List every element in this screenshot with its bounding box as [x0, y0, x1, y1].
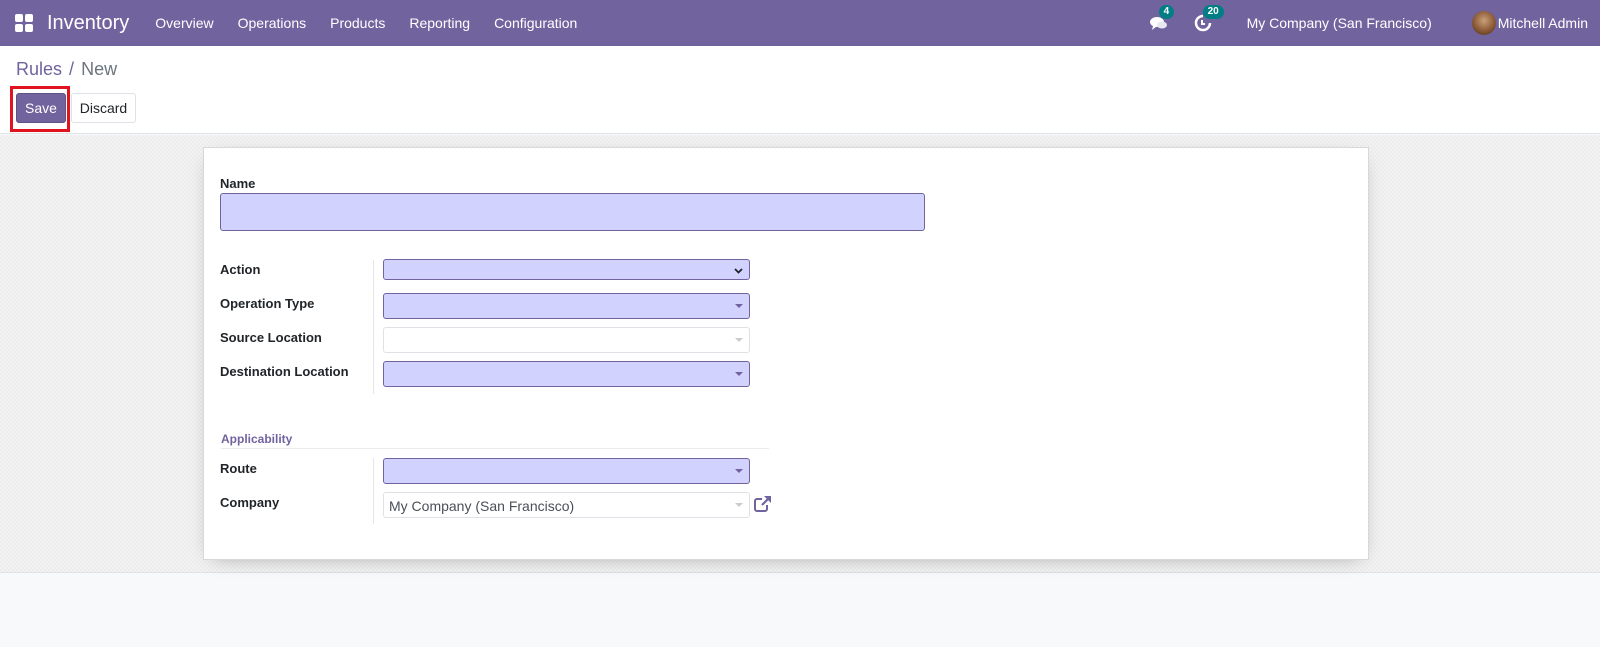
group-divider	[373, 260, 374, 394]
caret-down-icon	[735, 338, 743, 342]
external-link-icon[interactable]	[753, 494, 773, 514]
route-input[interactable]	[383, 458, 750, 484]
source-location-label: Source Location	[220, 330, 322, 345]
caret-down-icon	[735, 503, 743, 507]
destination-location-label: Destination Location	[220, 364, 349, 379]
breadcrumb: Rules / New	[16, 59, 117, 80]
caret-down-icon	[735, 372, 743, 376]
menu-overview[interactable]: Overview	[143, 15, 225, 31]
discard-button[interactable]: Discard	[71, 93, 136, 123]
breadcrumb-parent[interactable]: Rules	[16, 59, 62, 79]
destination-location-input[interactable]	[383, 361, 750, 387]
apps-menu-icon[interactable]	[15, 14, 33, 32]
menu-products[interactable]: Products	[318, 15, 397, 31]
user-name: Mitchell Admin	[1497, 15, 1588, 31]
menu-configuration[interactable]: Configuration	[482, 15, 589, 31]
top-navbar: Inventory Overview Operations Products R…	[0, 0, 1600, 46]
chevron-down-icon	[734, 267, 743, 274]
activities-badge: 20	[1202, 5, 1224, 19]
action-label: Action	[220, 262, 261, 277]
section-divider	[221, 448, 769, 449]
app-title[interactable]: Inventory	[47, 12, 129, 35]
save-button[interactable]: Save	[16, 93, 66, 123]
menu-operations[interactable]: Operations	[226, 15, 318, 31]
company-value: My Company (San Francisco)	[389, 498, 575, 514]
name-input[interactable]	[220, 193, 925, 231]
company-switcher[interactable]: My Company (San Francisco)	[1247, 15, 1432, 31]
operation-type-label: Operation Type	[220, 296, 315, 311]
breadcrumb-current: New	[81, 59, 118, 79]
menu-reporting[interactable]: Reporting	[397, 15, 482, 31]
group-divider	[373, 458, 374, 524]
form-sheet: Name Action Operation Type Source Locati…	[203, 147, 1369, 560]
name-label: Name	[220, 176, 256, 191]
action-select[interactable]	[383, 259, 750, 280]
form-view-background: Name Action Operation Type Source Locati…	[0, 135, 1600, 573]
source-location-input[interactable]	[383, 327, 750, 353]
messages-badge: 4	[1158, 5, 1175, 19]
avatar	[1471, 11, 1496, 35]
route-label: Route	[220, 461, 257, 476]
messages-button[interactable]: 4	[1149, 5, 1175, 33]
caret-down-icon	[735, 304, 743, 308]
company-input[interactable]: My Company (San Francisco)	[383, 492, 750, 518]
caret-down-icon	[735, 469, 743, 473]
company-label: Company	[220, 495, 280, 510]
user-menu[interactable]: Mitchell Admin	[1471, 11, 1588, 35]
breadcrumb-separator: /	[69, 59, 75, 79]
operation-type-input[interactable]	[383, 293, 750, 319]
applicability-section-title: Applicability	[221, 432, 293, 446]
activities-button[interactable]: 20	[1193, 5, 1224, 33]
control-panel: Rules / New Save Discard	[0, 46, 1600, 134]
